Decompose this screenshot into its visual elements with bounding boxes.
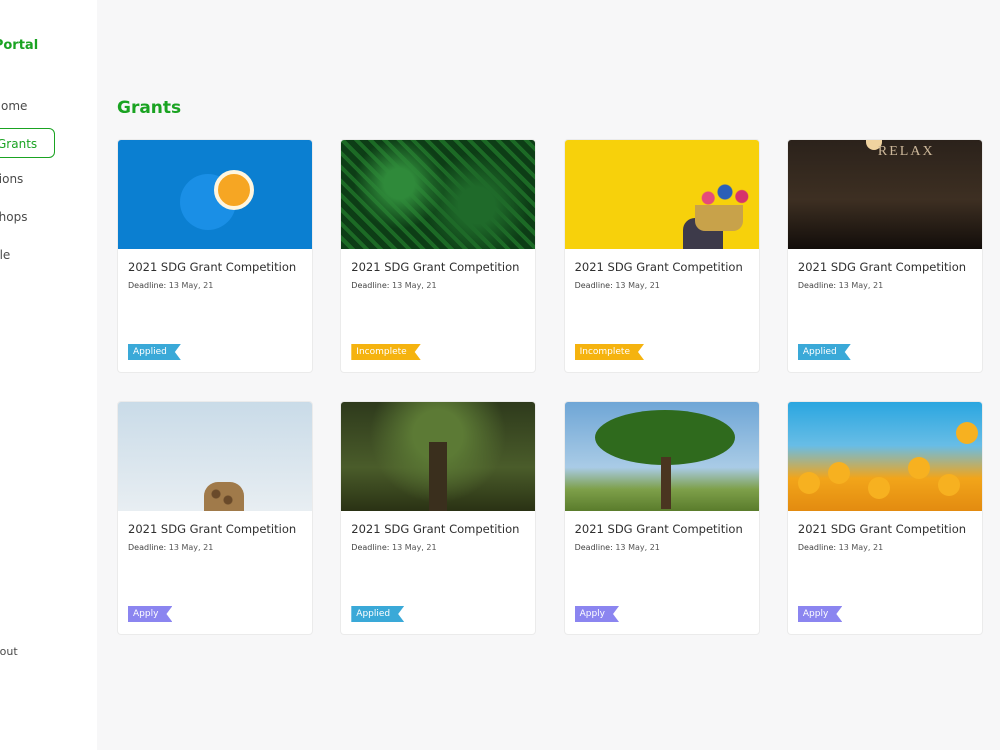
status-badge[interactable]: Incomplete [351, 344, 420, 360]
status-badge[interactable]: Incomplete [575, 344, 644, 360]
grant-deadline: Deadline: 13 May, 21 [128, 543, 214, 552]
grant-image-giraffe [118, 402, 312, 511]
sidebar-item-home[interactable]: Home [0, 91, 27, 121]
grant-title: 2021 SDG Grant Competition [797, 260, 967, 274]
status-badge[interactable]: Applied [351, 606, 404, 622]
grant-deadline: Deadline: 13 May, 21 [351, 543, 437, 552]
sidebar-item-workshops[interactable]: Workshops [0, 202, 27, 232]
grant-image-yellow-flowers [564, 140, 759, 249]
grant-title: 2021 SDG Grant Competition [128, 260, 297, 274]
grant-deadline: Deadline: 13 May, 21 [797, 543, 884, 552]
apply-button[interactable]: Apply [798, 606, 842, 622]
grant-image-fern [341, 140, 536, 249]
sidebar-item-logout[interactable]: Logout [0, 645, 18, 658]
logout-label-visible: out [0, 645, 18, 658]
grant-title: 2021 SDG Grant Competition [574, 522, 743, 536]
apply-button[interactable]: Apply [128, 606, 172, 622]
sidebar: Grant Portal Home Grants Applications Wo… [0, 0, 97, 750]
grant-deadline: Deadline: 13 May, 21 [351, 281, 437, 290]
grant-card[interactable]: 2021 SDG Grant Competition Deadline: 13 … [563, 139, 760, 373]
grant-deadline: Deadline: 13 May, 21 [797, 281, 884, 290]
brand-logo-text: Grant Portal [0, 38, 39, 53]
sidebar-item-profile[interactable]: Profile [0, 240, 10, 270]
grant-card[interactable]: 2021 SDG Grant Competition Deadline: 13 … [117, 139, 313, 373]
grant-image-orange [118, 140, 312, 249]
grant-image-bar: RELAX [787, 140, 982, 249]
grant-deadline: Deadline: 13 May, 21 [128, 281, 214, 290]
grant-card[interactable]: 2021 SDG Grant Competition Deadline: 13 … [340, 401, 537, 635]
grant-title: 2021 SDG Grant Competition [574, 260, 743, 274]
status-badge[interactable]: Applied [128, 344, 181, 360]
grant-card[interactable]: RELAX 2021 SDG Grant Competition Deadlin… [786, 139, 983, 373]
grant-image-forest [341, 402, 536, 511]
grant-card[interactable]: 2021 SDG Grant Competition Deadline: 13 … [117, 401, 313, 635]
sidebar-item-label: Workshops [0, 210, 28, 224]
sidebar-item-applications[interactable]: Applications [0, 164, 23, 194]
sidebar-item-label: Grants [0, 137, 38, 151]
grant-deadline: Deadline: 13 May, 21 [574, 281, 660, 290]
grant-title: 2021 SDG Grant Competition [128, 522, 297, 536]
grants-grid: 2021 SDG Grant Competition Deadline: 13 … [117, 139, 983, 635]
grant-title: 2021 SDG Grant Competition [797, 522, 967, 536]
sidebar-item-label: Profile [0, 248, 11, 262]
sidebar-item-label: Applications [0, 172, 24, 186]
grant-title: 2021 SDG Grant Competition [351, 260, 520, 274]
page-title: Grants [117, 98, 182, 118]
grant-title: 2021 SDG Grant Competition [351, 522, 520, 536]
grant-card[interactable]: 2021 SDG Grant Competition Deadline: 13 … [340, 139, 537, 373]
sidebar-item-label: Home [0, 99, 28, 113]
grant-image-tree [564, 402, 759, 511]
sidebar-item-grants[interactable]: Grants [0, 128, 55, 158]
status-badge[interactable]: Applied [798, 344, 851, 360]
grant-card[interactable]: 2021 SDG Grant Competition Deadline: 13 … [563, 401, 760, 635]
grant-image-poppies [787, 402, 982, 511]
grant-deadline: Deadline: 13 May, 21 [574, 543, 660, 552]
apply-button[interactable]: Apply [575, 606, 619, 622]
bar-sign-text: RELAX [877, 144, 935, 159]
grant-card[interactable]: 2021 SDG Grant Competition Deadline: 13 … [786, 401, 983, 635]
